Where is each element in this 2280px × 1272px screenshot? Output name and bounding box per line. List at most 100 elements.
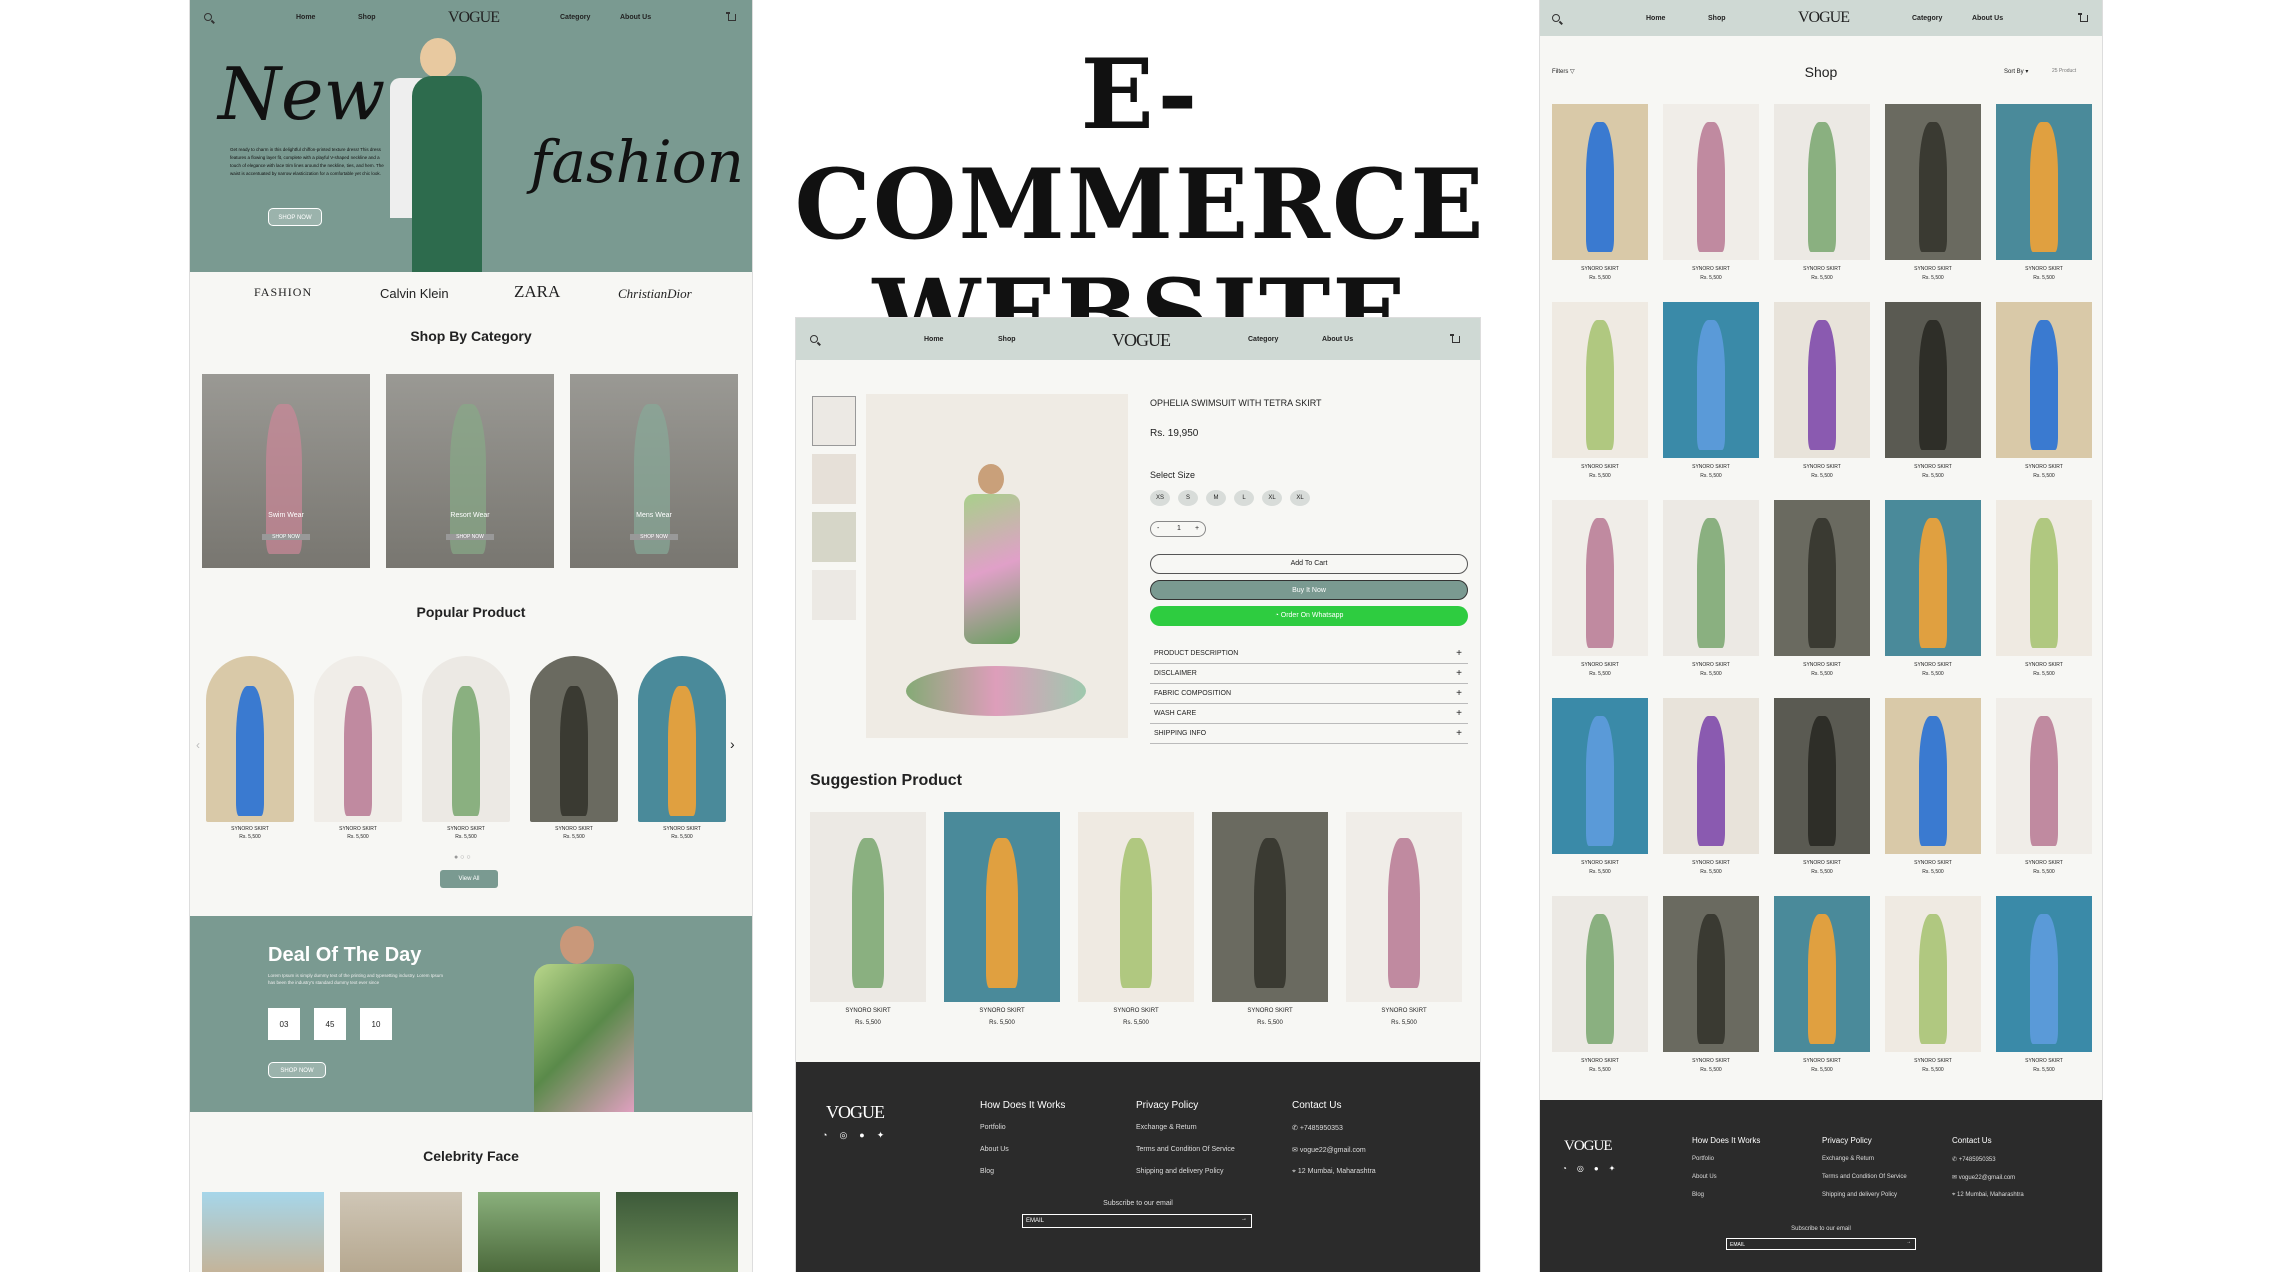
accordion-row[interactable]: PRODUCT DESCRIPTION + <box>1150 644 1468 664</box>
email-subscribe-input[interactable]: EMAIL → <box>1022 1214 1252 1228</box>
plus-icon[interactable]: + <box>1456 728 1462 739</box>
product-name[interactable]: SYNORO SKIRT <box>1552 464 1648 470</box>
footer-link[interactable]: Shipping and delivery Policy <box>1822 1192 1897 1198</box>
footer-link[interactable]: About Us <box>1692 1174 1717 1180</box>
search-icon[interactable] <box>810 335 818 343</box>
nav-home[interactable]: Home <box>1646 15 1665 22</box>
whatsapp-order-button[interactable]: ◔ Order On Whatsapp <box>1150 606 1468 626</box>
celebrity-card[interactable] <box>616 1192 738 1272</box>
product-name[interactable]: SYNORO SKIRT <box>1663 860 1759 866</box>
accordion-row[interactable]: DISCLAIMER + <box>1150 664 1468 684</box>
plus-icon[interactable]: + <box>1456 688 1462 699</box>
arrow-right-icon[interactable]: → <box>1241 1216 1247 1222</box>
category-card-mens[interactable]: Mens Wear SHOP NOW <box>570 374 738 568</box>
suggestion-card[interactable] <box>810 812 926 1002</box>
thumbnail[interactable] <box>812 454 856 504</box>
nav-about[interactable]: About Us <box>620 14 651 21</box>
shop-product-card[interactable] <box>1774 698 1870 854</box>
product-name[interactable]: SYNORO SKIRT <box>1212 1008 1328 1014</box>
search-icon[interactable] <box>204 13 212 21</box>
suggestion-card[interactable] <box>1346 812 1462 1002</box>
product-name[interactable]: SYNORO SKIRT <box>1552 860 1648 866</box>
shop-product-card[interactable] <box>1774 500 1870 656</box>
logo[interactable]: VOGUE <box>448 9 500 27</box>
celebrity-card[interactable] <box>478 1192 600 1272</box>
footer-link[interactable]: Terms and Condition Of Service <box>1822 1174 1907 1180</box>
shop-product-card[interactable] <box>1774 302 1870 458</box>
product-name[interactable]: SYNORO SKIRT <box>1552 1058 1648 1064</box>
size-option[interactable]: L <box>1234 490 1254 506</box>
view-all-button[interactable]: View All <box>440 870 498 888</box>
nav-shop[interactable]: Shop <box>998 336 1016 343</box>
product-name[interactable]: SYNORO SKIRT <box>1996 662 2092 668</box>
whatsapp-icon[interactable]: ◔ <box>822 1130 839 1140</box>
shop-product-card[interactable] <box>1552 500 1648 656</box>
plus-icon[interactable]: + <box>1456 708 1462 719</box>
category-shop-now[interactable]: SHOP NOW <box>262 534 310 540</box>
product-name[interactable]: SYNORO SKIRT <box>1996 860 2092 866</box>
popular-product-card[interactable] <box>638 656 726 822</box>
shop-product-card[interactable] <box>1663 500 1759 656</box>
logo[interactable]: VOGUE <box>1112 330 1171 351</box>
shop-product-card[interactable] <box>1552 896 1648 1052</box>
size-option[interactable]: XL <box>1290 490 1310 506</box>
category-shop-now[interactable]: SHOP NOW <box>630 534 678 540</box>
footer-logo[interactable]: VOGUE <box>1564 1138 1612 1155</box>
facebook-icon[interactable]: ● <box>859 1130 876 1140</box>
nav-about[interactable]: About Us <box>1972 15 2003 22</box>
footer-email[interactable]: ✉ vogue22@gmail.com <box>1292 1146 1366 1154</box>
size-option[interactable]: M <box>1206 490 1226 506</box>
product-name[interactable]: SYNORO SKIRT <box>1885 464 1981 470</box>
buy-now-button[interactable]: Buy It Now <box>1150 580 1468 600</box>
product-name[interactable]: SYNORO SKIRT <box>1996 266 2092 272</box>
footer-email[interactable]: ✉ vogue22@gmail.com <box>1952 1174 2015 1181</box>
product-name[interactable]: SYNORO SKIRT <box>1663 1058 1759 1064</box>
shop-product-card[interactable] <box>1552 104 1648 260</box>
footer-link[interactable]: Portfolio <box>980 1124 1006 1131</box>
popular-product-card[interactable] <box>422 656 510 822</box>
product-name[interactable]: SYNORO SKIRT <box>530 826 618 832</box>
nav-about[interactable]: About Us <box>1322 336 1353 343</box>
suggestion-card[interactable] <box>1212 812 1328 1002</box>
thumbnail[interactable] <box>812 396 856 446</box>
footer-link[interactable]: Terms and Condition Of Service <box>1136 1146 1235 1153</box>
product-name[interactable]: SYNORO SKIRT <box>1885 860 1981 866</box>
nav-category[interactable]: Category <box>560 14 590 21</box>
footer-link[interactable]: Exchange & Return <box>1136 1124 1197 1131</box>
product-name[interactable]: SYNORO SKIRT <box>314 826 402 832</box>
celebrity-card[interactable] <box>340 1192 462 1272</box>
suggestion-card[interactable] <box>944 812 1060 1002</box>
accordion-row[interactable]: FABRIC COMPOSITION + <box>1150 684 1468 704</box>
footer-link[interactable]: About Us <box>980 1146 1009 1153</box>
product-name[interactable]: SYNORO SKIRT <box>1552 662 1648 668</box>
product-name[interactable]: SYNORO SKIRT <box>1996 1058 2092 1064</box>
shop-product-card[interactable] <box>1552 698 1648 854</box>
carousel-next-icon[interactable]: › <box>730 736 735 752</box>
shop-product-card[interactable] <box>1996 896 2092 1052</box>
nav-category[interactable]: Category <box>1248 336 1278 343</box>
product-name[interactable]: SYNORO SKIRT <box>1885 266 1981 272</box>
footer-link[interactable]: Blog <box>980 1168 994 1175</box>
product-name[interactable]: SYNORO SKIRT <box>1663 266 1759 272</box>
arrow-right-icon[interactable]: → <box>1906 1239 1911 1245</box>
size-option[interactable]: XS <box>1150 490 1170 506</box>
shop-product-card[interactable] <box>1885 104 1981 260</box>
product-name[interactable]: SYNORO SKIRT <box>1774 860 1870 866</box>
footer-phone[interactable]: ✆ +7485950353 <box>1952 1156 1996 1163</box>
thumbnail[interactable] <box>812 512 856 562</box>
nav-shop[interactable]: Shop <box>358 14 376 21</box>
celebrity-card[interactable] <box>202 1192 324 1272</box>
product-name[interactable]: SYNORO SKIRT <box>1663 464 1759 470</box>
popular-product-card[interactable] <box>206 656 294 822</box>
nav-shop[interactable]: Shop <box>1708 15 1726 22</box>
thumbnail[interactable] <box>812 570 856 620</box>
qty-minus-button[interactable]: - <box>1157 525 1159 532</box>
product-name[interactable]: SYNORO SKIRT <box>1885 662 1981 668</box>
suggestion-card[interactable] <box>1078 812 1194 1002</box>
cart-icon[interactable] <box>2078 13 2088 22</box>
sort-dropdown[interactable]: Sort By ▾ <box>2004 68 2028 75</box>
plus-icon[interactable]: + <box>1456 648 1462 659</box>
whatsapp-icon[interactable]: ◔ <box>1562 1164 1577 1173</box>
deal-shop-now-button[interactable]: SHOP NOW <box>268 1062 326 1078</box>
product-name[interactable]: SYNORO SKIRT <box>1346 1008 1462 1014</box>
